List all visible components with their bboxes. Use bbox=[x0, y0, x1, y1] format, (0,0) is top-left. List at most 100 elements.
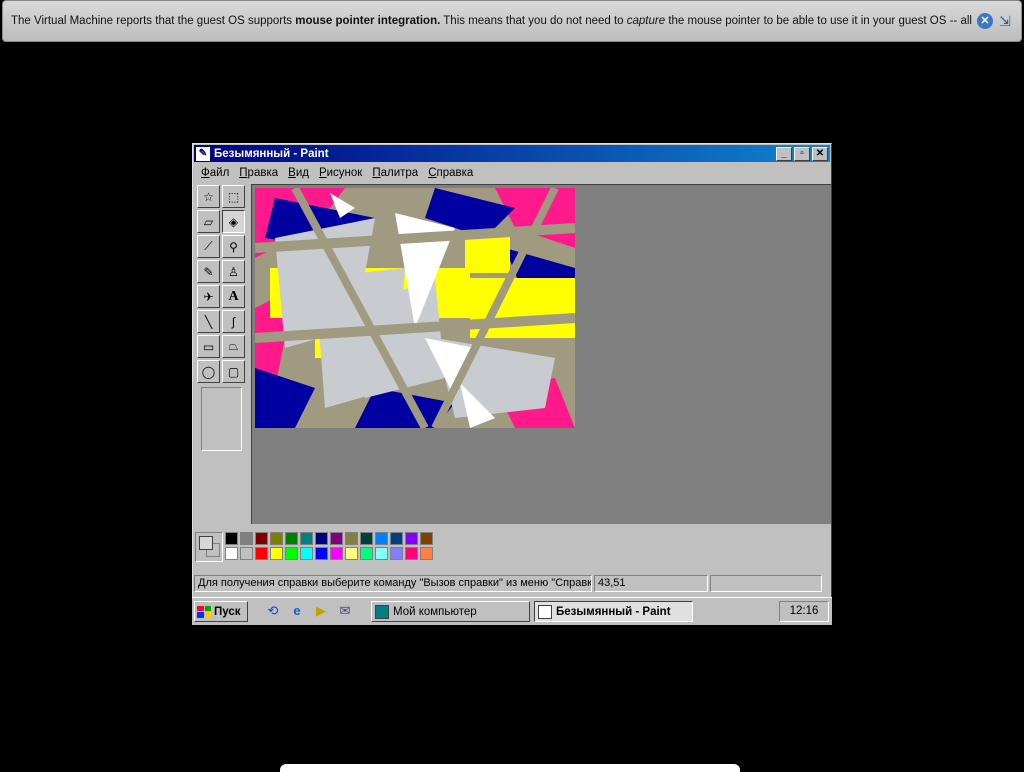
palette-swatch[interactable] bbox=[330, 547, 343, 560]
text-tool[interactable]: A bbox=[222, 285, 245, 308]
palette-swatch[interactable] bbox=[255, 532, 268, 545]
brush-icon: ♙ bbox=[228, 264, 239, 279]
show-desktop-icon[interactable]: ⟲ bbox=[264, 602, 282, 620]
palette-swatch[interactable] bbox=[240, 532, 253, 545]
task-label: Мой компьютер bbox=[393, 605, 477, 618]
close-button[interactable]: ✕ bbox=[812, 146, 828, 161]
magnifier-tool[interactable]: ⚲ bbox=[222, 235, 245, 258]
paint-task-icon bbox=[538, 604, 552, 619]
palette-swatch[interactable] bbox=[345, 547, 358, 560]
palette-swatch[interactable] bbox=[225, 547, 238, 560]
menu-file[interactable]: Файл bbox=[196, 167, 234, 179]
palette-swatch[interactable] bbox=[300, 547, 313, 560]
vm-notification-bar: The Virtual Machine reports that the gue… bbox=[2, 0, 1022, 42]
menu-help[interactable]: Справка bbox=[423, 167, 478, 179]
palette-swatch[interactable] bbox=[420, 547, 433, 560]
current-colors[interactable] bbox=[195, 532, 223, 562]
pick-color-icon: ⟋ bbox=[204, 239, 213, 253]
start-button[interactable]: Пуск bbox=[194, 601, 248, 622]
channels-icon[interactable]: ▶ bbox=[312, 602, 330, 620]
pick-color-tool[interactable]: ⟋ bbox=[197, 235, 220, 258]
palette-swatch[interactable] bbox=[315, 547, 328, 560]
task-paint[interactable]: Безымянный - Paint bbox=[534, 601, 693, 622]
palette-swatch[interactable] bbox=[315, 532, 328, 545]
palette-swatch[interactable] bbox=[390, 547, 403, 560]
palette-swatch[interactable] bbox=[300, 532, 313, 545]
eraser-icon: ▱ bbox=[203, 214, 214, 229]
rect-select-icon: ⬚ bbox=[227, 189, 240, 204]
palette-swatch[interactable] bbox=[375, 532, 388, 545]
task-label: Безымянный - Paint bbox=[556, 605, 671, 618]
fill-icon: ◈ bbox=[228, 214, 239, 229]
free-select-icon: ☆ bbox=[203, 189, 214, 204]
palette-swatch[interactable] bbox=[255, 547, 268, 560]
palette-swatch[interactable] bbox=[360, 532, 373, 545]
fill-tool[interactable]: ◈ bbox=[222, 210, 245, 233]
menu-bar: Файл Правка Вид Рисунок Палитра Справка bbox=[196, 164, 478, 182]
palette-swatch[interactable] bbox=[420, 532, 433, 545]
maximize-button[interactable]: ▫ bbox=[794, 146, 810, 161]
palette-swatch[interactable] bbox=[360, 547, 373, 560]
palette-swatch[interactable] bbox=[270, 547, 283, 560]
minimize-button[interactable]: _ bbox=[776, 146, 792, 161]
rect-select-tool[interactable]: ⬚ bbox=[222, 185, 245, 208]
workspace bbox=[251, 184, 831, 524]
taskbar: Пуск ⟲ e ▶ ✉ Мой компьютер Безымянный - … bbox=[192, 597, 832, 625]
paint-window: ✎ Безымянный - Paint _ ▫ ✕ Файл Правка В… bbox=[192, 143, 832, 625]
palette-swatch[interactable] bbox=[345, 532, 358, 545]
polygon-icon: ⏢ bbox=[228, 339, 239, 353]
internet-explorer-icon[interactable]: e bbox=[288, 602, 306, 620]
my-computer-icon bbox=[375, 604, 389, 619]
hide-notification-icon[interactable]: ⇲ bbox=[997, 13, 1013, 29]
tool-options-box[interactable] bbox=[201, 387, 242, 451]
palette-swatch[interactable] bbox=[285, 532, 298, 545]
ellipse-tool[interactable]: ◯ bbox=[197, 360, 220, 383]
paint-app-icon: ✎ bbox=[196, 146, 210, 161]
eraser-tool[interactable]: ▱ bbox=[197, 210, 220, 233]
palette-swatch[interactable] bbox=[390, 532, 403, 545]
status-size bbox=[710, 575, 822, 592]
close-notification-icon[interactable]: ✕ bbox=[977, 13, 993, 29]
line-tool[interactable]: ╲ bbox=[197, 310, 220, 333]
palette-swatch[interactable] bbox=[270, 532, 283, 545]
task-my-computer[interactable]: Мой компьютер bbox=[371, 601, 530, 622]
window-title: Безымянный - Paint bbox=[214, 147, 329, 160]
line-icon: ╲ bbox=[204, 314, 213, 329]
ellipse-icon: ◯ bbox=[201, 364, 216, 379]
start-label: Пуск bbox=[214, 605, 241, 618]
pencil-tool[interactable]: ✎ bbox=[197, 260, 220, 283]
polygon-tool[interactable]: ⏢ bbox=[222, 335, 245, 358]
rounded-rect-tool[interactable]: ▢ bbox=[222, 360, 245, 383]
status-bar: Для получения справки выберите команду "… bbox=[194, 575, 830, 593]
free-select-tool[interactable]: ☆ bbox=[197, 185, 220, 208]
clock: 12:16 bbox=[779, 601, 829, 622]
palette-swatch[interactable] bbox=[405, 532, 418, 545]
airbrush-icon: ✈ bbox=[203, 289, 214, 304]
magnifier-icon: ⚲ bbox=[229, 239, 238, 254]
rectangle-icon: ▭ bbox=[202, 339, 215, 354]
menu-view[interactable]: Вид bbox=[283, 167, 314, 179]
palette-swatch[interactable] bbox=[405, 547, 418, 560]
palette-swatch[interactable] bbox=[285, 547, 298, 560]
foreground-color-swatch bbox=[199, 536, 213, 550]
menu-edit[interactable]: Правка bbox=[234, 167, 283, 179]
curve-tool[interactable]: ∫ bbox=[222, 310, 245, 333]
rectangle-tool[interactable]: ▭ bbox=[197, 335, 220, 358]
status-coordinates: 43,51 bbox=[594, 575, 708, 592]
canvas-artwork bbox=[255, 188, 575, 428]
palette-swatch[interactable] bbox=[330, 532, 343, 545]
outlook-express-icon[interactable]: ✉ bbox=[336, 602, 354, 620]
palette-swatch[interactable] bbox=[240, 547, 253, 560]
title-bar[interactable]: ✎ Безымянный - Paint _ ▫ ✕ bbox=[194, 145, 830, 162]
palette-swatch[interactable] bbox=[375, 547, 388, 560]
airbrush-tool[interactable]: ✈ bbox=[197, 285, 220, 308]
menu-palette[interactable]: Палитра bbox=[367, 167, 423, 179]
pencil-icon: ✎ bbox=[203, 264, 214, 279]
drawing-canvas[interactable] bbox=[255, 188, 575, 428]
brush-tool[interactable]: ♙ bbox=[222, 260, 245, 283]
color-palette bbox=[195, 530, 495, 566]
menu-image[interactable]: Рисунок bbox=[314, 167, 367, 179]
palette-swatch[interactable] bbox=[225, 532, 238, 545]
windows-logo-icon bbox=[197, 605, 211, 618]
text-icon: A bbox=[228, 288, 239, 304]
